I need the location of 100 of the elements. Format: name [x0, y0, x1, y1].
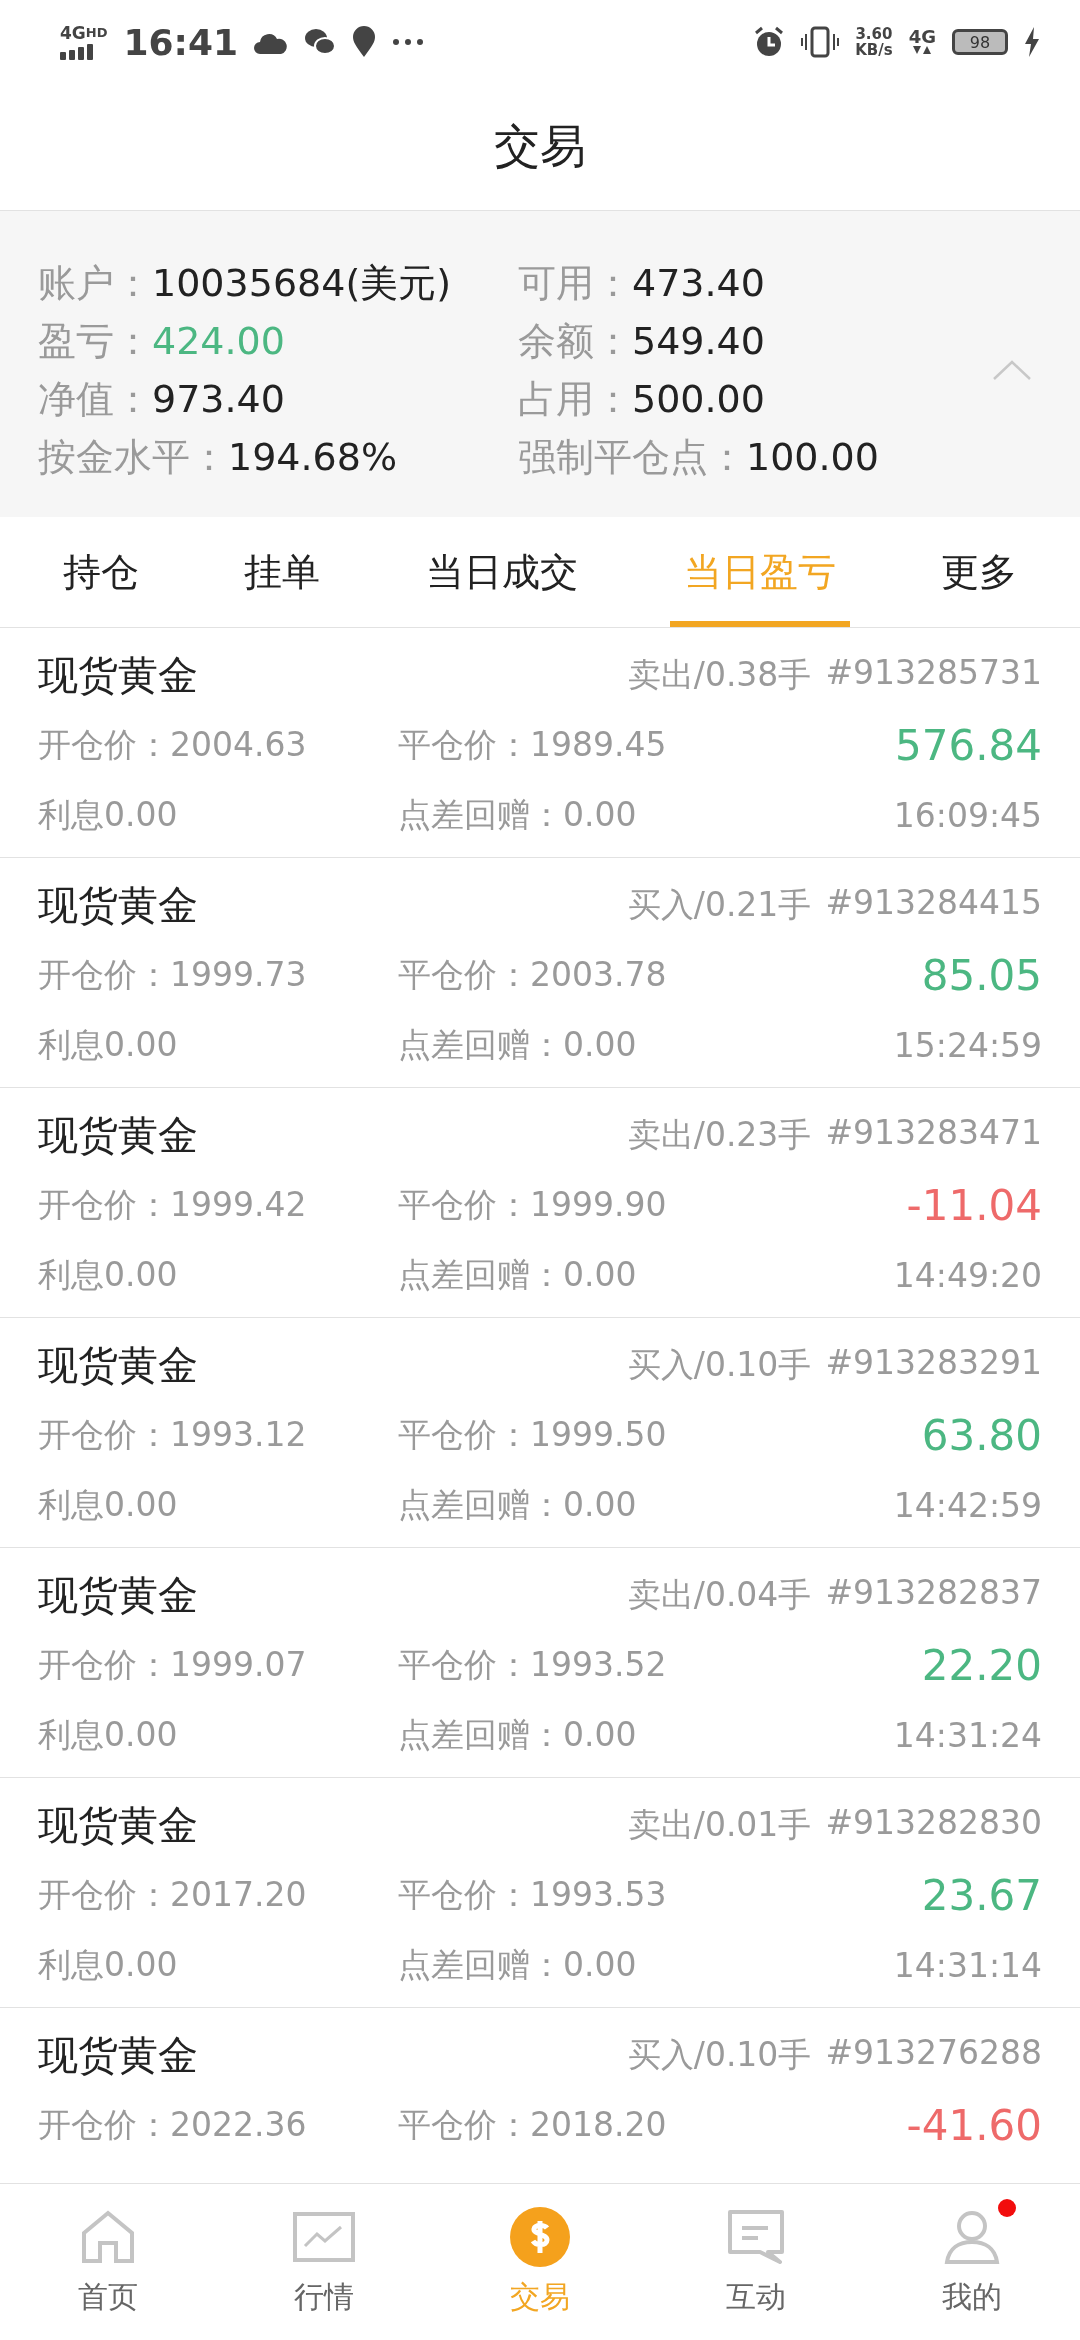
clock-time: 16:41: [123, 21, 239, 63]
profit-value: 576.84: [895, 720, 1042, 770]
message-icon: [728, 2209, 784, 2264]
tab[interactable]: 更多: [927, 523, 1032, 627]
ticket-number: #913282837: [825, 1572, 1042, 1614]
account-field-value: 973.40: [152, 376, 285, 423]
open-price: 开仓价：1999.73: [38, 953, 308, 996]
account-field-label: 按金水平：: [38, 434, 228, 481]
instrument-name: 现货黄金: [38, 1570, 199, 1620]
user-icon: [944, 2209, 1000, 2264]
profit-value: -41.60: [906, 2100, 1042, 2150]
charging-bolt-icon: [1024, 27, 1040, 57]
spread-rebate: 点差回赠：0.00: [398, 1713, 638, 1756]
close-price: 平仓价：1993.53: [398, 1873, 668, 1916]
collapse-chevron-icon[interactable]: [992, 359, 1032, 381]
instrument-name: 现货黄金: [38, 2030, 199, 2080]
trade-time: 15:24:59: [893, 1025, 1042, 1065]
speed-unit: KB/s: [855, 42, 893, 58]
ticket-number: #913282830: [825, 1802, 1042, 1844]
instrument-name: 现货黄金: [38, 650, 199, 700]
nav-item[interactable]: 我的: [864, 2184, 1080, 2340]
account-field-label: 盈亏：: [38, 318, 152, 365]
trade-time: 14:31:14: [893, 1945, 1042, 1985]
instrument-name: 现货黄金: [38, 1110, 199, 1160]
open-price: 开仓价：1993.12: [38, 1413, 308, 1456]
nav-item[interactable]: 行情: [216, 2184, 432, 2340]
close-price: 平仓价：1999.50: [398, 1413, 668, 1456]
interest-value: 利息0.00: [38, 1253, 179, 1296]
alarm-clock-icon: [753, 26, 786, 58]
dollar-coin-icon: [510, 2206, 570, 2267]
close-price: 平仓价：1989.45: [398, 723, 668, 766]
spread-rebate: 点差回赠：0.00: [398, 1943, 638, 1986]
spread-rebate: 点差回赠：0.00: [398, 1483, 638, 1526]
interest-value: 利息0.00: [38, 1713, 179, 1756]
instrument-name: 现货黄金: [38, 1800, 199, 1850]
spread-rebate: 点差回赠：0.00: [398, 793, 638, 836]
close-price: 平仓价：1993.52: [398, 1643, 668, 1686]
tab[interactable]: 当日成交: [412, 523, 592, 627]
trade-time: 14:42:59: [893, 1485, 1042, 1525]
open-price: 开仓价：1999.07: [38, 1643, 308, 1686]
tab[interactable]: 持仓: [48, 523, 153, 627]
interest-value: 利息0.00: [38, 1483, 179, 1526]
account-field-value: 473.40: [632, 260, 765, 307]
close-price: 平仓价：1999.90: [398, 1183, 668, 1226]
trade-side-lots: 卖出/0.04手: [627, 1573, 812, 1616]
account-field-label: 净值：: [38, 376, 152, 423]
account-field-value: 549.40: [632, 318, 765, 365]
network-label: 4G: [60, 24, 86, 42]
account-field-label: 强制平仓点：: [518, 434, 746, 481]
vibrate-icon: [801, 26, 840, 58]
open-price: 开仓价：2004.63: [38, 723, 308, 766]
ticket-number: #913283471: [825, 1112, 1042, 1154]
open-price: 开仓价：2022.36: [38, 2103, 308, 2146]
spread-rebate: 点差回赠：0.00: [398, 1023, 638, 1066]
ticket-number: #913285731: [825, 652, 1042, 694]
profit-value: 63.80: [921, 1410, 1042, 1460]
nav-item[interactable]: 首页: [0, 2184, 216, 2340]
trade-time: 14:49:20: [893, 1255, 1042, 1295]
account-field-value: 424.00: [152, 318, 285, 365]
more-dots-icon: [392, 38, 425, 46]
account-field-value: 194.68%: [228, 434, 398, 481]
account-field-label: 可用：: [518, 260, 632, 307]
profit-value: 22.20: [921, 1640, 1042, 1690]
close-price: 平仓价：2018.20: [398, 2103, 668, 2146]
profit-value: 23.67: [921, 1870, 1042, 1920]
trade-side-lots: 买入/0.10手: [627, 1343, 812, 1386]
network-sub-label: HD: [85, 24, 108, 42]
trade-time: 16:09:45: [893, 795, 1042, 835]
trade-side-lots: 卖出/0.01手: [627, 1803, 812, 1846]
battery-icon: 98: [952, 29, 1008, 55]
speed-value: 3.60: [855, 26, 893, 42]
account-field-value: 100.00: [746, 434, 879, 481]
account-field-label: 余额：: [518, 318, 632, 365]
data-type-label: 4G: [908, 29, 936, 45]
instrument-name: 现货黄金: [38, 1340, 199, 1390]
spread-rebate: 点差回赠：0.00: [398, 1253, 638, 1296]
data-arrows-icon: [912, 45, 933, 55]
account-field-label: 账户：: [38, 260, 152, 307]
page-title: 交易: [494, 118, 586, 175]
account-field-label: 占用：: [518, 376, 632, 423]
nav-item[interactable]: 互动: [648, 2184, 864, 2340]
open-price: 开仓价：2017.20: [38, 1873, 308, 1916]
trade-side-lots: 买入/0.21手: [627, 883, 812, 926]
signal-icon: [60, 44, 96, 60]
open-price: 开仓价：1999.42: [38, 1183, 308, 1226]
trade-side-lots: 卖出/0.38手: [627, 653, 812, 696]
ticket-number: #913276288: [825, 2032, 1042, 2074]
profit-value: -11.04: [906, 1180, 1042, 1230]
ticket-number: #913283291: [825, 1342, 1042, 1384]
tab[interactable]: 挂单: [230, 523, 335, 627]
profit-value: 85.05: [921, 950, 1042, 1000]
close-price: 平仓价：2003.78: [398, 953, 668, 996]
account-field-value: 500.00: [632, 376, 765, 423]
ticket-number: #913284415: [825, 882, 1042, 924]
trade-side-lots: 买入/0.10手: [627, 2033, 812, 2076]
instrument-name: 现货黄金: [38, 880, 199, 930]
account-field-value: 10035684(美元): [152, 260, 452, 307]
line-chart-icon: [293, 2211, 355, 2262]
interest-value: 利息0.00: [38, 1943, 179, 1986]
trade-side-lots: 卖出/0.23手: [627, 1113, 812, 1156]
